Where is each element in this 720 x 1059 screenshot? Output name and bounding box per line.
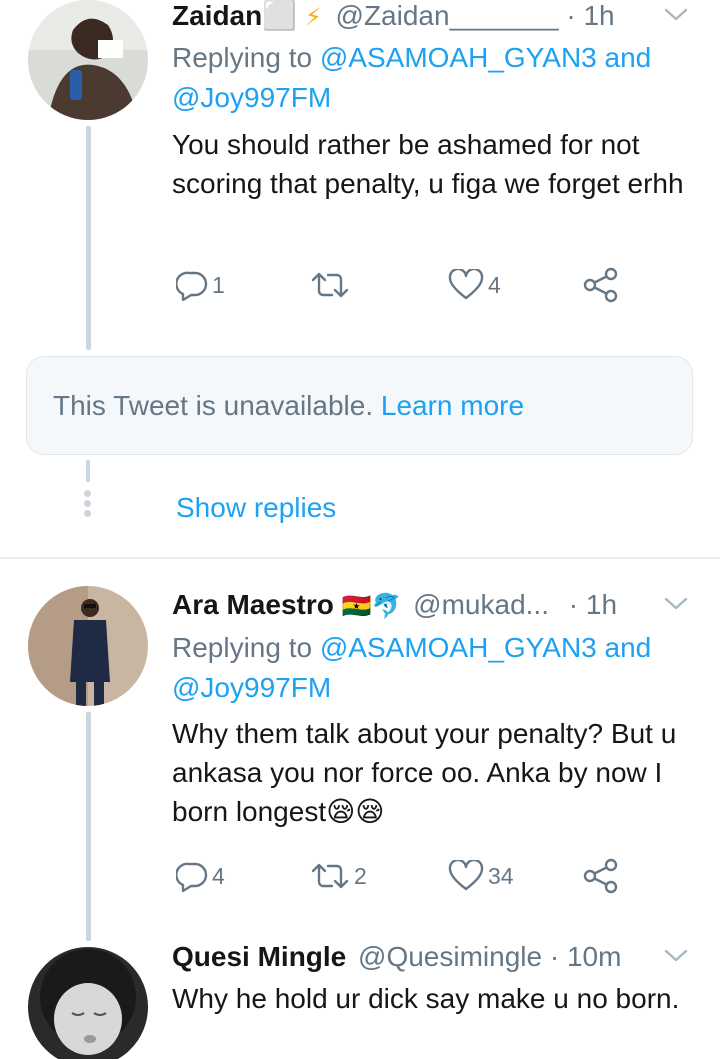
display-name[interactable]: Zaidan⬜: [172, 0, 297, 31]
reply-count: 1: [212, 271, 225, 298]
show-replies-link[interactable]: Show replies: [176, 488, 336, 528]
separator-dot: ·: [566, 0, 576, 31]
reply-icon: [176, 269, 208, 301]
retweet-count: 2: [354, 862, 367, 889]
chevron-down-icon[interactable]: [664, 587, 688, 623]
mention-link[interactable]: @ASAMOAH_GYAN3 and: [320, 632, 651, 663]
like-count: 34: [488, 862, 514, 889]
reply-button[interactable]: 1: [176, 265, 225, 305]
like-icon: [448, 269, 484, 301]
timestamp[interactable]: 1h: [583, 0, 614, 31]
retweet-button[interactable]: [310, 265, 354, 305]
retweet-icon: [310, 860, 350, 892]
tweet-quesi-mingle[interactable]: Quesi Mingle @Quesimingle · 10m Why he h…: [0, 941, 720, 1059]
retweet-button[interactable]: 2: [310, 856, 367, 896]
thread-line: [86, 126, 91, 350]
lightning-emoji: ⚡: [304, 4, 322, 31]
separator-dot: ·: [549, 941, 560, 972]
share-icon: [582, 267, 620, 303]
learn-more-link[interactable]: Learn more: [381, 390, 524, 421]
display-name[interactable]: Quesi Mingle: [172, 941, 346, 972]
separator-dot: ·: [568, 589, 579, 620]
replying-to-label: Replying to: [172, 632, 320, 663]
tweet-zaidan[interactable]: Zaidan⬜ ⚡ @Zaidan_______ · 1h Replying t…: [0, 0, 720, 350]
timestamp[interactable]: 1h: [586, 589, 617, 620]
like-button[interactable]: 4: [448, 265, 501, 305]
replying-to-label: Replying to: [172, 42, 320, 73]
share-icon: [582, 858, 620, 894]
retweet-icon: [310, 269, 350, 301]
tweet-header: Ara Maestro 🇬🇭🐬 @mukad... · 1h: [172, 587, 700, 623]
unavailable-text: This Tweet is unavailable.: [53, 390, 381, 421]
tweet-actions: 4 2 34: [172, 856, 652, 896]
user-handle[interactable]: @Quesimingle: [358, 941, 542, 972]
mention-link[interactable]: @Joy997FM: [172, 78, 696, 118]
avatar[interactable]: [28, 586, 148, 706]
share-button[interactable]: [582, 265, 620, 305]
thread-line: [86, 712, 91, 941]
reply-count: 4: [212, 862, 225, 889]
reply-button[interactable]: 4: [176, 856, 225, 896]
thread-line: [86, 460, 90, 482]
avatar[interactable]: [28, 947, 148, 1059]
mention-link[interactable]: @Joy997FM: [172, 668, 696, 708]
unavailable-tweet-card: This Tweet is unavailable. Learn more: [26, 356, 693, 455]
chevron-down-icon[interactable]: [664, 0, 688, 34]
reply-icon: [176, 860, 208, 892]
tweet-header: Quesi Mingle @Quesimingle · 10m: [172, 939, 700, 975]
mention-link[interactable]: @ASAMOAH_GYAN3 and: [320, 42, 651, 73]
user-handle[interactable]: @Zaidan_______: [336, 0, 559, 31]
replying-to: Replying to @ASAMOAH_GYAN3 and @Joy997FM: [172, 38, 696, 118]
display-name[interactable]: Ara Maestro: [172, 589, 334, 620]
tweet-ara-maestro[interactable]: Ara Maestro 🇬🇭🐬 @mukad... · 1h Replying …: [0, 586, 720, 941]
replying-to: Replying to @ASAMOAH_GYAN3 and @Joy997FM: [172, 628, 696, 708]
tweet-text: You should rather be ashamed for not sco…: [172, 129, 684, 199]
like-button[interactable]: 34: [448, 856, 514, 896]
tweet-actions: 1 4: [172, 265, 652, 305]
like-count: 4: [488, 271, 501, 298]
thread-dots: [84, 490, 92, 520]
divider: [0, 557, 720, 559]
like-icon: [448, 860, 484, 892]
avatar[interactable]: [28, 0, 148, 120]
share-button[interactable]: [582, 856, 620, 896]
user-handle[interactable]: @mukad...: [413, 589, 549, 620]
timestamp[interactable]: 10m: [567, 941, 621, 972]
chevron-down-icon[interactable]: [664, 939, 688, 975]
tweet-text: Why them talk about your penalty? But u …: [172, 718, 677, 827]
tweet-text: Why he hold ur dick say make u no born.: [172, 983, 680, 1014]
flag-emoji: 🇬🇭🐬: [341, 593, 402, 620]
tweet-header: Zaidan⬜ ⚡ @Zaidan_______ · 1h: [172, 0, 700, 34]
